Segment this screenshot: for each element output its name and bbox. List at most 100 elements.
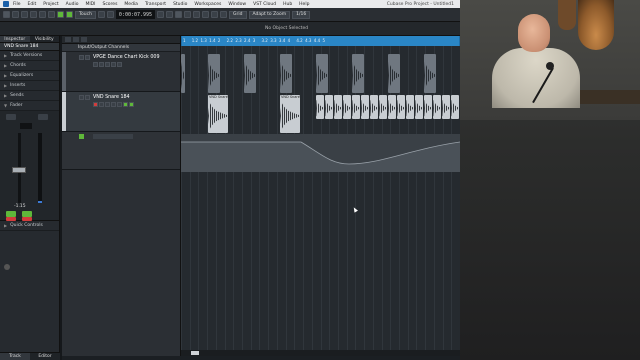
quantize-value-select[interactable]: 1/16 (292, 10, 311, 19)
volume-fader-handle[interactable] (12, 167, 26, 173)
section-inserts[interactable]: ▶ Inserts (0, 81, 59, 91)
tool-erase[interactable] (211, 11, 219, 18)
solo-button[interactable] (85, 95, 90, 100)
audio-event[interactable] (280, 54, 292, 93)
stop-button[interactable] (106, 11, 114, 18)
solo-button[interactable] (85, 55, 90, 60)
tab-editor[interactable]: Editor (30, 353, 60, 360)
audio-event-selected[interactable] (442, 95, 450, 119)
fader-edit-button[interactable] (6, 114, 16, 120)
track-name-kick[interactable]: VPGE Dance Chart Kick 009 (93, 55, 160, 60)
folder-track-io[interactable]: Input/Output Channels (62, 44, 180, 52)
automation-mode-select[interactable]: Touch (75, 10, 96, 19)
section-sends[interactable]: ▶ Sends (0, 91, 59, 101)
section-quick-controls[interactable]: ▶ Quick Controls (0, 221, 59, 231)
tab-track[interactable]: Track (0, 353, 30, 360)
inspector-toggle-button[interactable] (3, 11, 10, 18)
audio-event-selected[interactable] (352, 95, 360, 119)
audio-event-selected[interactable] (397, 95, 405, 119)
audio-event-selected[interactable] (334, 95, 342, 119)
track-kick[interactable]: VPGE Dance Chart Kick 009 (62, 52, 180, 92)
audio-event-selected[interactable] (451, 95, 459, 119)
global-mute-icon[interactable] (81, 37, 87, 42)
grid-type-select[interactable]: Adapt to Zoom (248, 10, 291, 19)
audio-event-selected[interactable] (325, 95, 333, 119)
menu-audio[interactable]: Audio (66, 2, 79, 7)
write-button[interactable] (111, 62, 116, 67)
record-button[interactable] (93, 62, 98, 67)
lower-zone-button[interactable] (21, 11, 28, 18)
menu-help[interactable]: Help (299, 2, 309, 7)
ruler[interactable]: 1 1.2 1.3 1.4 2 2.2 2.3 2.4 3 3.2 3.3 3.4 4 4.2 4.3 4.4… (181, 36, 460, 46)
automation-lane[interactable] (62, 132, 180, 170)
write-button[interactable] (57, 11, 64, 18)
pan-control[interactable] (20, 123, 32, 129)
fader-mute-button[interactable] (38, 114, 48, 120)
menu-scores[interactable]: Scores (102, 2, 117, 7)
track-snare[interactable]: VND Snare 184 (62, 92, 180, 132)
automation-curve[interactable] (181, 134, 460, 172)
read-button[interactable] (66, 11, 73, 18)
menu-workspaces[interactable]: Workspaces (194, 2, 221, 7)
audio-event-selected[interactable] (316, 95, 324, 119)
audio-event[interactable] (352, 54, 364, 93)
menu-midi[interactable]: MIDI (85, 2, 95, 7)
monitor-button[interactable] (99, 62, 104, 67)
audio-event-selected[interactable] (424, 95, 432, 119)
loop-range[interactable] (182, 36, 459, 46)
automation-read-button[interactable] (79, 134, 84, 139)
audio-event-selected[interactable] (406, 95, 414, 119)
audio-event-selected[interactable] (388, 95, 396, 119)
tab-inspector[interactable]: Inspector (0, 36, 30, 42)
tool-glue[interactable] (202, 11, 210, 18)
tool-object-selection[interactable] (175, 11, 183, 18)
snap-toggle-button[interactable] (220, 11, 228, 18)
track-name-snare[interactable]: VND Snare 184 (93, 95, 130, 100)
inspector-track-name[interactable]: VND Snare 184 (0, 43, 59, 51)
write-button[interactable] (111, 102, 116, 107)
record-button[interactable] (166, 11, 174, 18)
section-fader[interactable]: ▼ Fader (0, 101, 59, 111)
menu-edit[interactable]: Edit (28, 2, 37, 7)
edit-button[interactable] (117, 62, 122, 67)
menu-vst-cloud[interactable]: VST Cloud (253, 2, 276, 7)
monitor-button[interactable] (6, 217, 16, 221)
section-chords[interactable]: ▶ Chords (0, 61, 59, 71)
read-button[interactable] (105, 62, 110, 67)
record-button[interactable] (93, 102, 98, 107)
audio-event[interactable] (244, 54, 256, 93)
left-zone-button[interactable] (12, 11, 19, 18)
audio-event-selected[interactable] (433, 95, 441, 119)
audio-event-selected[interactable] (379, 95, 387, 119)
record-enable-button[interactable] (22, 217, 32, 221)
scrollbar-thumb[interactable] (191, 351, 199, 355)
horizontal-scrollbar[interactable] (181, 350, 460, 356)
play-button[interactable] (157, 11, 165, 18)
read-button[interactable] (105, 102, 110, 107)
go-to-start-button[interactable] (97, 11, 105, 18)
audio-event[interactable] (181, 54, 185, 93)
edit-button[interactable] (117, 102, 122, 107)
right-zone-button[interactable] (30, 11, 37, 18)
mute-button[interactable] (79, 55, 84, 60)
menu-window[interactable]: Window (228, 2, 246, 7)
freeze-button[interactable] (129, 102, 134, 107)
audio-event-selected[interactable] (343, 95, 351, 119)
menu-media[interactable]: Media (124, 2, 138, 7)
solo-global-button[interactable] (48, 11, 55, 18)
audio-event-selected[interactable] (415, 95, 423, 119)
monitor-button[interactable] (99, 102, 104, 107)
automation-parameter-select[interactable] (93, 134, 133, 139)
add-track-icon[interactable] (65, 37, 71, 42)
section-track-versions[interactable]: ▶ Track Versions (0, 51, 59, 61)
channel-settings-button[interactable] (123, 102, 128, 107)
audio-event-selected[interactable]: VND Snare (280, 95, 300, 133)
section-equalizers[interactable]: ▶ Equalizers (0, 71, 59, 81)
mute-button[interactable] (79, 95, 84, 100)
audio-event-selected[interactable]: VND Snare (208, 95, 228, 133)
audio-event[interactable] (424, 54, 436, 93)
menu-hub[interactable]: Hub (283, 2, 292, 7)
gear-icon[interactable] (4, 264, 10, 270)
audio-event-selected[interactable] (361, 95, 369, 119)
mute-global-button[interactable] (39, 11, 46, 18)
